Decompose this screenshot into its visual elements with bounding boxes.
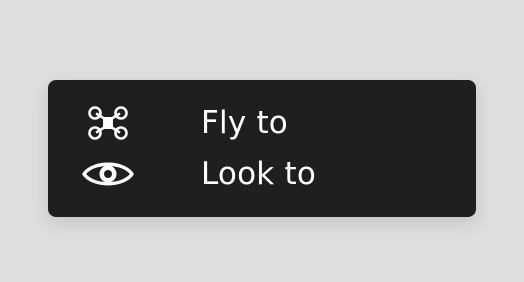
menu-item-look-to[interactable]: Look to	[48, 149, 476, 199]
drone-icon	[80, 100, 136, 146]
eye-icon	[80, 151, 136, 197]
menu-item-label: Fly to	[201, 105, 288, 141]
menu-item-fly-to[interactable]: Fly to	[48, 98, 476, 148]
context-menu: Fly to Look to	[48, 80, 476, 217]
menu-item-label: Look to	[201, 156, 316, 192]
